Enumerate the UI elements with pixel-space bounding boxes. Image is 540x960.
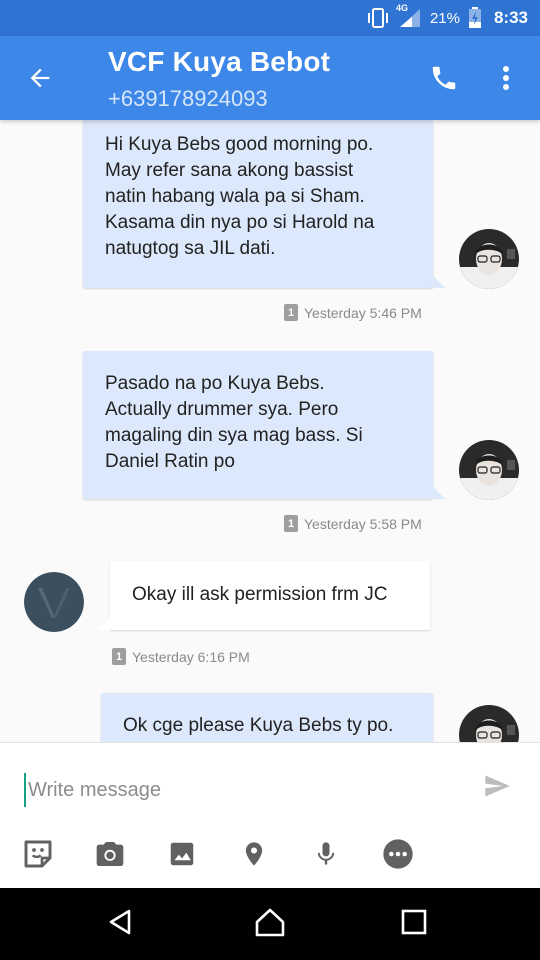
profile-photo-icon — [459, 705, 519, 742]
composer — [0, 742, 540, 889]
message-bubble-outgoing[interactable]: Ok cge please Kuya Bebs ty po. — [101, 693, 433, 742]
more-options-icon — [382, 838, 414, 875]
camera-button[interactable] — [93, 839, 127, 873]
network-type: 4G — [395, 3, 408, 13]
system-navigation-bar — [0, 888, 540, 960]
sim-badge: 1 — [112, 648, 126, 665]
more-options-button[interactable] — [381, 838, 415, 875]
nav-home-button[interactable] — [250, 906, 290, 942]
my-avatar[interactable] — [459, 440, 519, 500]
message-meta: 1 Yesterday 5:58 PM — [284, 515, 422, 532]
battery-icon — [468, 7, 482, 29]
status-icons: 4G 21% 8:33 — [366, 0, 528, 36]
contact-avatar[interactable] — [24, 572, 84, 632]
bubble-tail — [433, 276, 445, 288]
conversation-list[interactable]: Hi Kuya Bebs good morning po. May refer … — [0, 120, 540, 742]
timestamp: Yesterday 5:46 PM — [304, 304, 422, 321]
message-bubble-incoming[interactable]: Okay ill ask permission frm JC — [110, 561, 430, 630]
send-icon — [481, 772, 513, 805]
profile-photo-icon — [459, 229, 519, 289]
nav-back-button[interactable] — [100, 906, 140, 942]
gallery-button[interactable] — [165, 839, 199, 873]
overflow-menu-button[interactable] — [488, 60, 524, 100]
more-vert-icon — [502, 65, 510, 96]
status-bar: 4G 21% 8:33 — [0, 0, 540, 36]
clock: 8:33 — [493, 8, 528, 27]
recents-icon — [400, 908, 428, 941]
battery-percent: 21% — [429, 9, 460, 27]
voice-button[interactable] — [309, 839, 343, 873]
message-bubble-outgoing[interactable]: Pasado na po Kuya Bebs. Actually drummer… — [83, 351, 433, 499]
back-button[interactable] — [20, 60, 60, 100]
contact-number: +639178924093 — [108, 86, 268, 111]
location-button[interactable] — [237, 839, 271, 873]
sim-badge: 1 — [284, 304, 298, 321]
message-text: Okay ill ask permission frm JC — [132, 584, 388, 605]
nav-recents-button[interactable] — [394, 906, 434, 942]
image-icon — [167, 839, 197, 874]
bubble-tail — [98, 618, 110, 630]
my-avatar[interactable] — [459, 229, 519, 289]
message-meta: 1 Yesterday 5:46 PM — [284, 304, 422, 321]
back-arrow-icon — [26, 64, 54, 97]
app-bar: VCF Kuya Bebot +639178924093 — [0, 36, 540, 120]
bubble-tail — [433, 487, 445, 499]
camera-icon — [93, 838, 127, 875]
contact-name: VCF Kuya Bebot — [108, 46, 331, 77]
message-bubble-outgoing[interactable]: Hi Kuya Bebs good morning po. May refer … — [83, 120, 433, 288]
nav-back-icon — [105, 907, 135, 942]
message-meta: 1 Yesterday 6:16 PM — [112, 648, 250, 665]
signal-icon: 4G — [396, 3, 422, 29]
sim-badge: 1 — [284, 515, 298, 532]
my-avatar[interactable] — [459, 705, 519, 742]
sticker-button[interactable] — [21, 839, 55, 873]
sticker-icon — [22, 838, 54, 875]
contact-avatar-icon — [24, 572, 84, 632]
profile-photo-icon — [459, 440, 519, 500]
home-icon — [253, 906, 287, 943]
message-text: Pasado na po Kuya Bebs. Actually drummer… — [105, 373, 363, 472]
phone-icon — [429, 63, 459, 98]
send-button[interactable] — [480, 771, 514, 805]
microphone-icon — [312, 838, 340, 875]
message-input[interactable] — [24, 773, 450, 807]
timestamp: Yesterday 6:16 PM — [132, 648, 250, 665]
vibrate-icon — [366, 7, 390, 29]
attachment-toolbar — [0, 838, 540, 879]
location-icon — [240, 838, 268, 875]
message-text: Ok cge please Kuya Bebs ty po. — [123, 715, 394, 736]
message-text: Hi Kuya Bebs good morning po. May refer … — [105, 134, 375, 259]
timestamp: Yesterday 5:58 PM — [304, 515, 422, 532]
call-button[interactable] — [424, 60, 464, 100]
